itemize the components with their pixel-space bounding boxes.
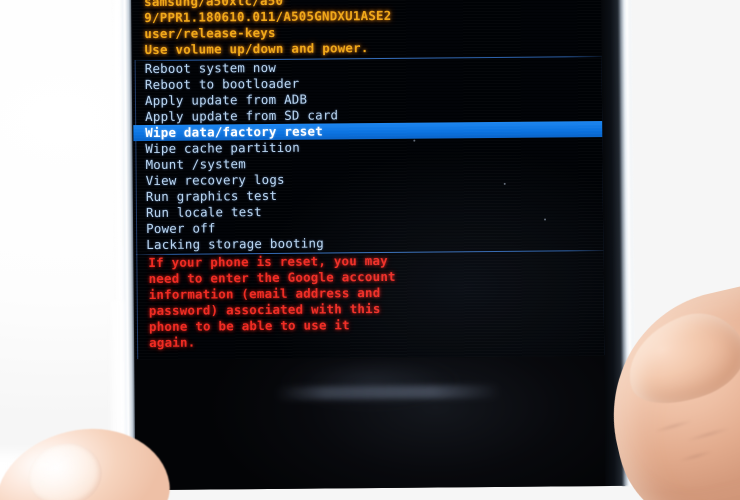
smartphone-device: Android Recovery samsung/a50xtc/a50 9/PP… [112, 0, 646, 491]
screen-dust-speck [503, 182, 506, 185]
screen-dust-speck [413, 139, 416, 142]
factory-reset-warning: If your phone is reset, you may need to … [134, 251, 609, 351]
recovery-header: Android Recovery samsung/a50xtc/a50 9/PP… [132, 0, 607, 58]
recovery-menu[interactable]: Reboot system now Reboot to bootloader A… [133, 57, 611, 253]
header-line-hint: Use volume up/down and power. [144, 40, 369, 58]
screen-glare-strip [275, 384, 501, 400]
screen-dust-speck [544, 218, 547, 221]
screenshot-root: Android Recovery samsung/a50xtc/a50 9/PP… [0, 0, 740, 500]
